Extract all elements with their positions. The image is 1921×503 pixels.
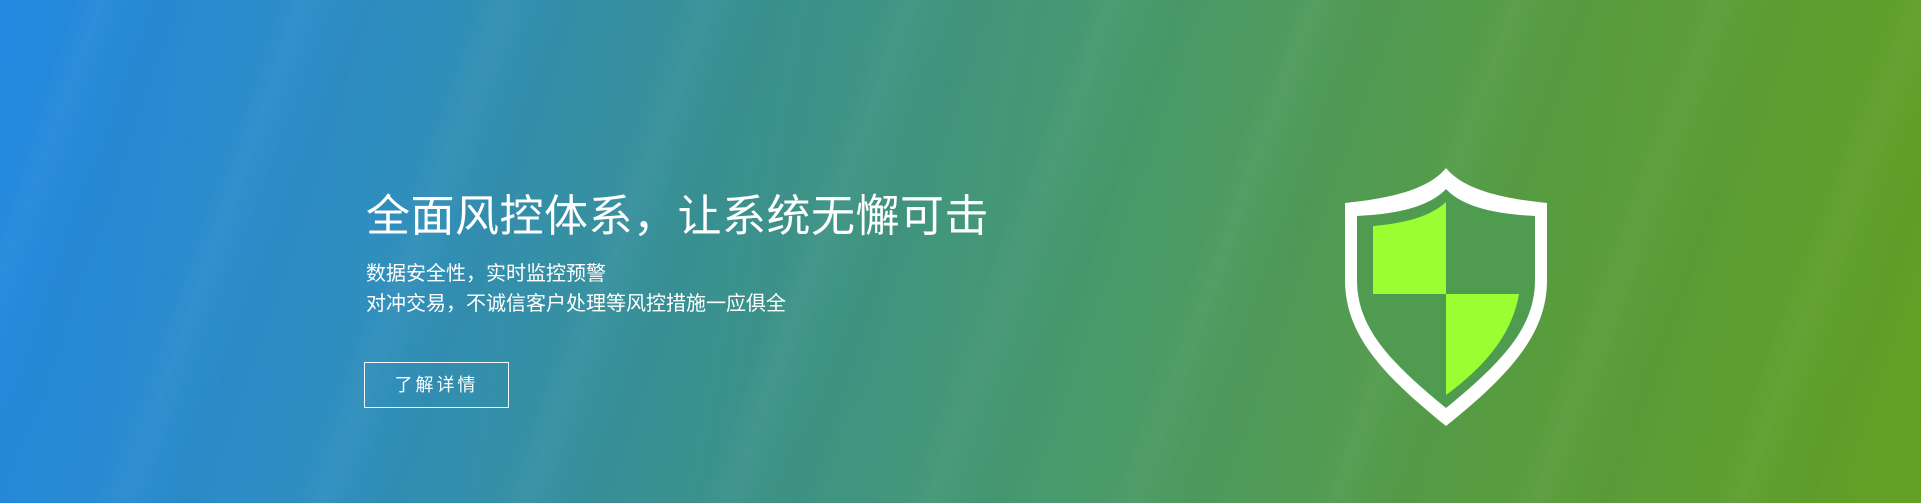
hero-banner: 全面风控体系，让系统无懈可击 数据安全性，实时监控预警 对冲交易，不诚信客户处理…: [0, 0, 1921, 503]
learn-more-button[interactable]: 了解详情: [364, 362, 509, 408]
hero-text-block: 全面风控体系，让系统无懈可击 数据安全性，实时监控预警 对冲交易，不诚信客户处理…: [366, 188, 989, 318]
hero-subtitle-line-1: 数据安全性，实时监控预警: [366, 261, 606, 285]
shield-check-icon: [1345, 168, 1547, 426]
hero-subtitle: 数据安全性，实时监控预警 对冲交易，不诚信客户处理等风控措施一应俱全: [366, 258, 989, 318]
hero-subtitle-line-2: 对冲交易，不诚信客户处理等风控措施一应俱全: [366, 291, 786, 315]
hero-headline: 全面风控体系，让系统无懈可击: [366, 191, 989, 242]
